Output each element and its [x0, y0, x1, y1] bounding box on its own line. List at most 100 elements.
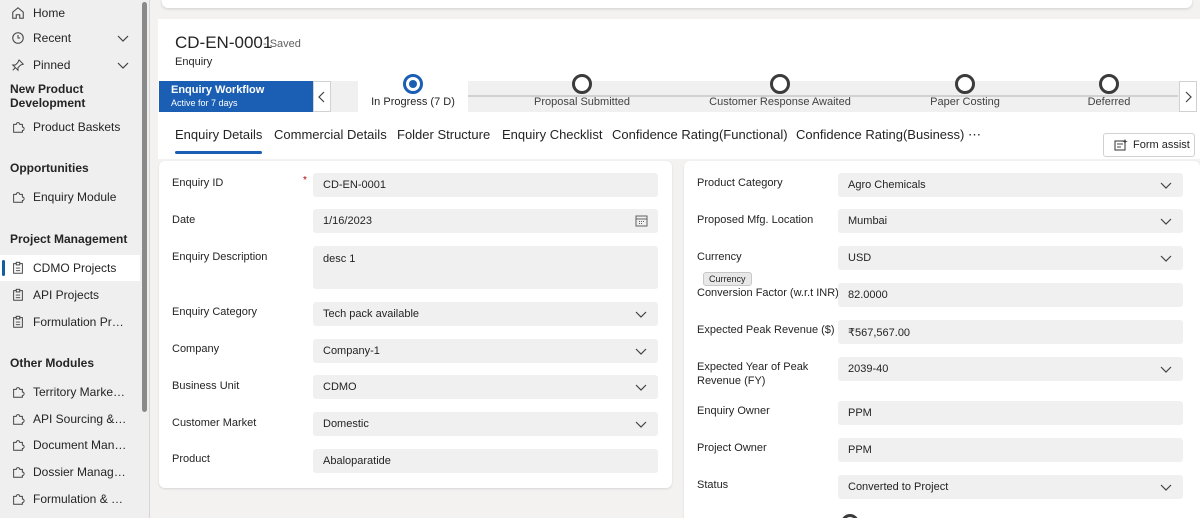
expected-peak-revenue-field[interactable]: ₹567,567.00 — [838, 320, 1183, 344]
clipboard-icon — [10, 287, 26, 303]
chevron-down-icon — [1160, 484, 1172, 491]
currency-value: USD — [848, 252, 872, 264]
form-assist-button[interactable]: Form assist — [1103, 133, 1195, 157]
puzzle-icon — [10, 491, 26, 507]
company-select[interactable]: Company-1 — [313, 339, 658, 363]
puzzle-icon — [10, 119, 26, 135]
sidebar-group-other-modules: Other Modules — [10, 356, 95, 370]
sidebar-item-cdmo-projects[interactable]: CDMO Projects — [0, 255, 140, 281]
sidebar-item-label: Enquiry Module — [33, 190, 117, 204]
sidebar: Home Recent Pinned New Product Developme… — [0, 0, 150, 518]
bpf-stage-customer-response-awaited[interactable]: Customer Response Awaited — [705, 74, 855, 112]
date-value: 1/16/2023 — [323, 215, 372, 227]
enquiry-category-select[interactable]: Tech pack available — [313, 302, 658, 326]
chevron-down-icon — [635, 384, 647, 391]
bpf-stage-paper-costing[interactable]: Paper Costing — [915, 74, 1015, 112]
bpf-flyout-button[interactable]: Enquiry Workflow Active for 7 days — [159, 81, 313, 112]
conversion-factor-label: Conversion Factor (w.r.t INR) — [697, 287, 839, 299]
customer-market-select[interactable]: Domestic — [313, 412, 658, 436]
sidebar-scrollbar[interactable] — [142, 2, 147, 412]
status-select[interactable]: Converted to Project — [838, 475, 1183, 499]
tab-commercial-details[interactable]: Commercial Details — [274, 123, 387, 155]
chevron-down-icon — [1160, 182, 1172, 189]
chevron-right-icon — [1185, 91, 1192, 102]
project-owner-field[interactable]: PPM — [838, 438, 1183, 462]
tab-enquiry-checklist[interactable]: Enquiry Checklist — [502, 123, 602, 155]
date-label: Date — [172, 214, 196, 226]
enquiry-category-value: Tech pack available — [323, 308, 420, 320]
product-label: Product — [172, 453, 210, 465]
sidebar-item-formulation-st[interactable]: Formulation & St... — [0, 486, 140, 512]
stage-active-node-icon — [403, 74, 423, 94]
sidebar-item-pinned[interactable]: Pinned — [0, 52, 140, 78]
tab-confidence-rating-functional[interactable]: Confidence Rating(Functional) — [612, 123, 788, 155]
expected-year-peak-revenue-select[interactable]: 2039-40 — [838, 357, 1183, 381]
enquiry-id-field[interactable]: CD-EN-0001 — [313, 173, 658, 197]
sidebar-item-recent[interactable]: Recent — [0, 25, 140, 51]
sidebar-item-dossier-management[interactable]: Dossier Managem... — [0, 459, 140, 485]
bpf-stage-label: Customer Response Awaited — [709, 96, 851, 108]
sidebar-item-api-sourcing[interactable]: API Sourcing & V... — [0, 406, 140, 432]
currency-select[interactable]: USD — [838, 246, 1183, 270]
top-card-edge — [162, 0, 1192, 8]
sidebar-item-formulation-projects[interactable]: Formulation Proje... — [0, 309, 140, 335]
company-value: Company-1 — [323, 345, 380, 357]
chevron-down-icon[interactable] — [116, 31, 130, 45]
product-category-select[interactable]: Agro Chemicals — [838, 173, 1183, 197]
clipboard-icon — [10, 260, 26, 276]
calendar-icon[interactable] — [635, 214, 648, 227]
sidebar-group-new-product-development: New Product Development — [10, 82, 86, 110]
product-field[interactable]: Abaloparatide — [313, 449, 658, 473]
required-indicator: * — [303, 175, 307, 186]
sidebar-item-label: Formulation Proje... — [33, 315, 128, 329]
bpf-stage-deferred[interactable]: Deferred — [1069, 74, 1149, 112]
sidebar-item-product-baskets[interactable]: Product Baskets — [0, 114, 140, 140]
puzzle-icon — [10, 411, 26, 427]
date-field[interactable]: 1/16/2023 — [313, 209, 658, 233]
partial-toggle-icon[interactable] — [841, 514, 859, 518]
sidebar-item-document-management[interactable]: Document Manag... — [0, 432, 140, 458]
enquiry-category-label: Enquiry Category — [172, 306, 257, 318]
form-assist-icon — [1114, 139, 1128, 151]
chevron-down-icon — [635, 348, 647, 355]
customer-market-value: Domestic — [323, 418, 369, 430]
proposed-mfg-location-select[interactable]: Mumbai — [838, 209, 1183, 233]
sidebar-item-territory-market[interactable]: Territory Market P... — [0, 379, 140, 405]
bpf-next-button[interactable] — [1179, 81, 1197, 112]
conversion-factor-field[interactable]: 82.0000 — [838, 283, 1183, 307]
tab-confidence-rating-business[interactable]: Confidence Rating(Business) — [796, 123, 964, 155]
stage-node-icon — [955, 74, 975, 94]
enquiry-description-field[interactable]: desc 1 — [313, 246, 658, 289]
stage-node-icon — [770, 74, 790, 94]
tab-folder-structure[interactable]: Folder Structure — [397, 123, 490, 155]
bpf-previous-button[interactable] — [313, 81, 331, 112]
sidebar-item-home[interactable]: Home — [0, 0, 140, 26]
stage-node-icon — [572, 74, 592, 94]
sidebar-item-label: Recent — [33, 31, 72, 45]
bpf-stage-label: Deferred — [1087, 96, 1131, 108]
puzzle-icon — [10, 437, 26, 453]
puzzle-icon — [10, 464, 26, 480]
sidebar-item-enquiry-module[interactable]: Enquiry Module — [0, 184, 140, 210]
status-label: Status — [697, 479, 729, 491]
sidebar-group-project-management: Project Management — [10, 232, 128, 246]
bpf-stage-in-progress[interactable]: In Progress (7 D) — [358, 74, 468, 112]
chevron-down-icon[interactable] — [116, 58, 130, 72]
clock-icon — [10, 30, 26, 46]
chevron-down-icon — [1160, 255, 1172, 262]
status-value: Converted to Project — [848, 481, 949, 493]
form-tabs: Enquiry Details Commercial Details Folde… — [158, 123, 1200, 155]
bpf-stage-proposal-submitted[interactable]: Proposal Submitted — [522, 74, 642, 112]
entity-name: Enquiry — [175, 56, 213, 68]
enquiry-id-label: Enquiry ID — [172, 177, 224, 189]
project-owner-label: Project Owner — [697, 442, 767, 454]
puzzle-icon — [10, 189, 26, 205]
sidebar-item-label: Document Manag... — [33, 438, 128, 452]
enquiry-owner-field[interactable]: PPM — [838, 401, 1183, 425]
pin-icon — [10, 57, 26, 73]
tab-enquiry-details[interactable]: Enquiry Details — [175, 123, 263, 155]
business-unit-select[interactable]: CDMO — [313, 375, 658, 399]
more-tabs-button[interactable]: ⋯ — [968, 123, 981, 155]
sidebar-item-api-projects[interactable]: API Projects — [0, 282, 140, 308]
product-category-label: Product Category — [697, 177, 783, 189]
